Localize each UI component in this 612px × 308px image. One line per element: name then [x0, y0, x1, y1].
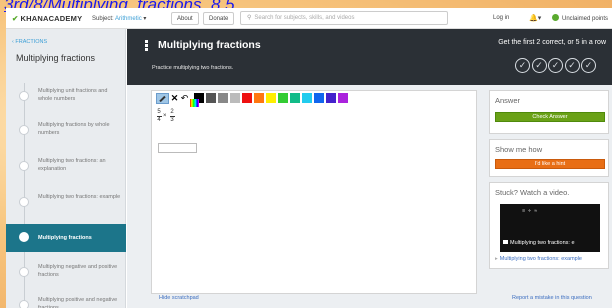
points-icon: [552, 14, 559, 21]
hint-panel: Show me how I'd like a hint: [489, 139, 609, 177]
answer-panel: Answer Check Answer: [489, 90, 609, 134]
exercise-subtitle: Practice multiplying two fractions.: [152, 65, 234, 71]
progress-circle-icon: [19, 300, 29, 308]
donate-button[interactable]: Donate: [203, 12, 235, 25]
progress-circle-icon: [19, 232, 29, 242]
video-panel-title: Stuck? Watch a video.: [495, 188, 570, 197]
video-camera-icon: [503, 240, 508, 244]
video-panel: Stuck? Watch a video. ≡ ÷ ≈ Multiplying …: [489, 182, 609, 269]
check-circle-icon: ✓: [531, 58, 547, 73]
notifications-bell-icon[interactable]: 🔔▾: [529, 14, 541, 22]
khan-logo[interactable]: ✔ KHANACADEMY: [12, 14, 82, 23]
multiply-operator: ×: [163, 113, 167, 119]
hint-title: Show me how: [495, 145, 543, 154]
color-swatch[interactable]: [266, 93, 277, 103]
progress-circle-icon: [19, 125, 29, 135]
sidebar-item-negative-positive[interactable]: Multiplying negative and positive fracti…: [6, 259, 126, 287]
color-swatch[interactable]: [254, 93, 265, 103]
scratchpad-toolbar: ✕ ↶: [156, 93, 350, 105]
color-swatch[interactable]: [278, 93, 289, 103]
mastery-goal-text: Get the first 2 correct, or 5 in a row: [498, 39, 606, 46]
hint-button[interactable]: I'd like a hint: [495, 159, 605, 169]
browser-page: ✔ KHANACADEMY Subject: Arithmetic ▾ About…: [6, 8, 612, 308]
subject-menu[interactable]: Subject: Arithmetic ▾: [92, 15, 146, 22]
color-swatch[interactable]: [302, 93, 313, 103]
fraction-b: 2 3: [169, 109, 175, 123]
sidebar-item-multiplying-fractions[interactable]: Multiplying fractions: [6, 224, 126, 252]
play-icon: ▸: [495, 256, 498, 262]
exercise-header: Multiplying fractions Practice multiplyi…: [127, 29, 612, 85]
progress-circle-icon: [19, 161, 29, 171]
sidebar-item-unit-fractions[interactable]: Multiplying unit fractions and whole num…: [6, 83, 126, 111]
search-icon: ⚲: [247, 15, 252, 21]
video-link[interactable]: ▸ Multiplying two fractions: example: [495, 256, 582, 262]
top-nav-bar: ✔ KHANACADEMY Subject: Arithmetic ▾ About…: [6, 8, 612, 29]
thumbnail-scribble-icon: ≡ ÷ ≈: [522, 208, 538, 214]
back-to-fractions-link[interactable]: ‹ FRACTIONS: [12, 39, 47, 45]
check-answer-button[interactable]: Check Answer: [495, 112, 605, 122]
leaf-icon: ✔: [12, 14, 19, 23]
sidebar-item-positive-negative[interactable]: Multiplying positive and negative fracti…: [6, 292, 126, 308]
search-input[interactable]: ⚲ Search for subjects, skills, and videos: [240, 11, 448, 25]
answer-input[interactable]: [158, 143, 197, 153]
about-button[interactable]: About: [171, 12, 199, 25]
clear-icon[interactable]: ✕: [170, 93, 179, 104]
progress-circle-icon: [19, 197, 29, 207]
color-swatch[interactable]: [326, 93, 337, 103]
pencil-icon[interactable]: [156, 93, 169, 104]
chevron-down-icon: ▾: [143, 16, 147, 22]
thumbnail-label: Multiplying two fractions: e: [510, 240, 575, 246]
custom-color-icon[interactable]: [190, 99, 199, 107]
subject-label: Subject:: [92, 16, 114, 22]
color-palette: [194, 93, 350, 111]
color-swatch[interactable]: [338, 93, 349, 103]
check-circle-icon: ✓: [515, 58, 530, 73]
check-circle-icon: ✓: [564, 58, 580, 73]
login-link[interactable]: Log in: [493, 15, 509, 21]
progress-circle-icon: [19, 91, 29, 101]
fraction-a: 5 4: [156, 109, 162, 123]
undo-icon[interactable]: ↶: [180, 93, 189, 104]
sidebar-item-two-fractions-explanation[interactable]: Multiplying two fractions: an explanatio…: [6, 153, 126, 181]
streak-checks: ✓ ✓ ✓ ✓ ✓: [515, 55, 598, 73]
exercise-area: ✕ ↶ 5 4 × 2 3 Hide scratchpad Report a m…: [127, 85, 612, 308]
color-swatch[interactable]: [290, 93, 301, 103]
sidebar-item-by-whole-numbers[interactable]: Multiplying fractions by whole numbers: [6, 117, 126, 145]
check-circle-icon: ✓: [548, 58, 563, 73]
scratchpad[interactable]: ✕ ↶ 5 4 × 2 3: [151, 90, 477, 294]
check-circle-icon: ✓: [581, 58, 596, 73]
hide-scratchpad-link[interactable]: Hide scratchpad: [159, 295, 199, 301]
color-swatch[interactable]: [206, 93, 217, 103]
subject-value: Arithmetic: [115, 16, 142, 22]
sidebar-title: Multiplying fractions: [16, 53, 96, 63]
color-swatch[interactable]: [314, 93, 325, 103]
color-swatch[interactable]: [242, 93, 253, 103]
more-options-icon[interactable]: [145, 40, 148, 51]
search-placeholder: Search for subjects, skills, and videos: [254, 15, 355, 21]
unclaimed-points[interactable]: Unclaimed points: [552, 14, 608, 22]
video-thumbnail[interactable]: ≡ ÷ ≈ Multiplying two fractions: e: [500, 204, 600, 252]
answer-title: Answer: [495, 96, 521, 105]
sidebar-item-two-fractions-example[interactable]: Multiplying two fractions: example: [6, 189, 126, 217]
exercise-title: Multiplying fractions: [158, 39, 261, 51]
color-swatch[interactable]: [218, 93, 229, 103]
progress-circle-icon: [19, 267, 29, 277]
color-swatch[interactable]: [230, 93, 241, 103]
tutorial-sidebar: ‹ FRACTIONS Multiplying fractions Multip…: [6, 29, 126, 308]
report-mistake-link[interactable]: Report a mistake in this question: [512, 295, 592, 301]
